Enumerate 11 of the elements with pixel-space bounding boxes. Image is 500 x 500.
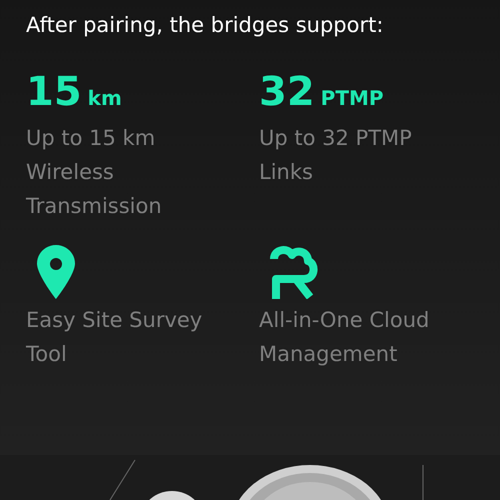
feature-description: Up to 32 PTMP Links bbox=[259, 125, 413, 186]
stat-value: 15 bbox=[26, 69, 82, 115]
feature-description: All-in-One Cloud Management bbox=[259, 307, 430, 368]
location-pin-icon bbox=[37, 245, 75, 299]
stat-unit: km bbox=[88, 85, 122, 112]
stat-unit: PTMP bbox=[320, 85, 384, 112]
feature-description: Up to 15 km Wireless Transmission bbox=[26, 125, 163, 220]
heading: After pairing, the bridges support: bbox=[26, 12, 384, 39]
cloud-logo-icon bbox=[270, 245, 318, 299]
feature-description: Easy Site Survey Tool bbox=[26, 307, 204, 368]
stat-value: 32 bbox=[259, 69, 315, 115]
